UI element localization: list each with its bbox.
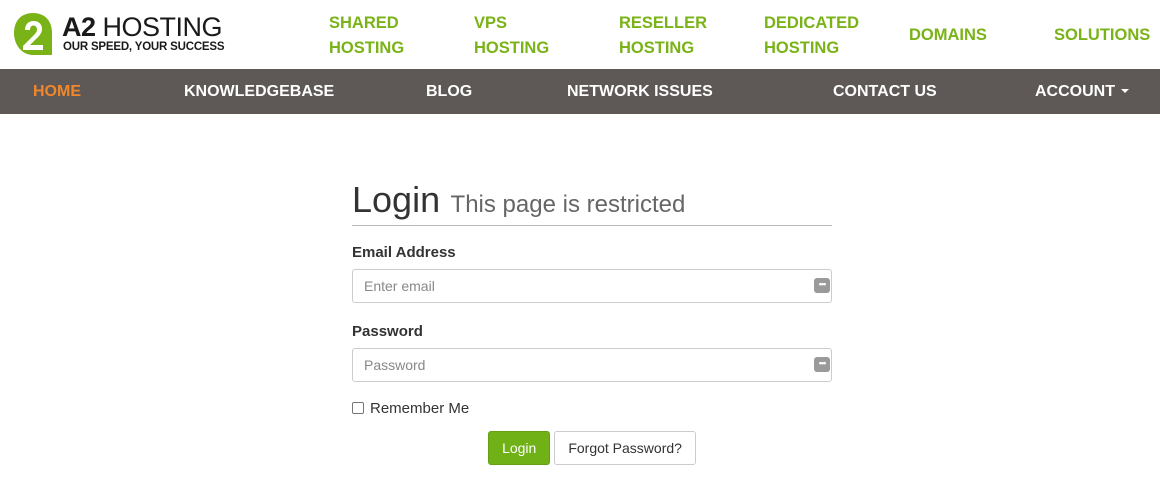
top-nav-reseller-hosting[interactable]: RESELLER HOSTING [619,11,707,61]
email-label: Email Address [352,244,456,261]
password-field-wrapper: ••• [352,348,832,382]
nav-account-label: ACCOUNT [1035,83,1115,100]
brand-tagline: OUR SPEED, YOUR SUCCESS [63,41,225,53]
page-subtitle: This page is restricted [450,191,686,218]
caret-down-icon [1121,88,1129,93]
remember-me-checkbox[interactable] [352,401,364,414]
top-nav-dedicated-hosting[interactable]: DEDICATED HOSTING [764,11,859,61]
brand-logo[interactable]: A2 HOSTING OUR SPEED, YOUR SUCCESS [12,11,242,59]
login-panel: Login This page is restricted Email Addr… [352,176,832,465]
brand-name: A2 HOSTING [62,12,223,42]
nav-network-issues[interactable]: NETWORK ISSUES [567,69,713,114]
nav-blog[interactable]: BLOG [426,69,472,114]
remember-me-label[interactable]: Remember Me [370,400,469,417]
page-title: Login [352,179,441,220]
password-input[interactable] [352,348,832,382]
login-button[interactable]: Login [488,431,551,465]
autofill-dots-icon[interactable]: ••• [814,357,830,372]
password-label: Password [352,323,423,340]
nav-home[interactable]: HOME [33,69,81,114]
top-nav-shared-hosting[interactable]: SHARED HOSTING [329,11,404,61]
nav-account-dropdown[interactable]: ACCOUNT [1035,69,1129,114]
a2-logo-icon [14,13,52,55]
remember-me-row: Remember Me [352,400,832,418]
autofill-dots-icon[interactable]: ••• [814,278,830,293]
login-actions: Login Forgot Password? [352,431,832,465]
top-header: A2 HOSTING OUR SPEED, YOUR SUCCESS SHARE… [0,0,1160,69]
login-heading: Login This page is restricted [352,176,832,226]
nav-contact-us[interactable]: CONTACT US [833,69,937,114]
top-nav-domains[interactable]: DOMAINS [909,23,987,48]
nav-knowledgebase[interactable]: KNOWLEDGEBASE [184,69,334,114]
top-nav-vps-hosting[interactable]: VPS HOSTING [474,11,549,61]
top-nav-solutions[interactable]: SOLUTIONS [1054,23,1150,48]
email-field-wrapper: ••• [352,269,832,303]
forgot-password-button[interactable]: Forgot Password? [554,431,696,465]
email-input[interactable] [352,269,832,303]
main-nav-bar: HOME KNOWLEDGEBASE BLOG NETWORK ISSUES C… [0,69,1160,114]
